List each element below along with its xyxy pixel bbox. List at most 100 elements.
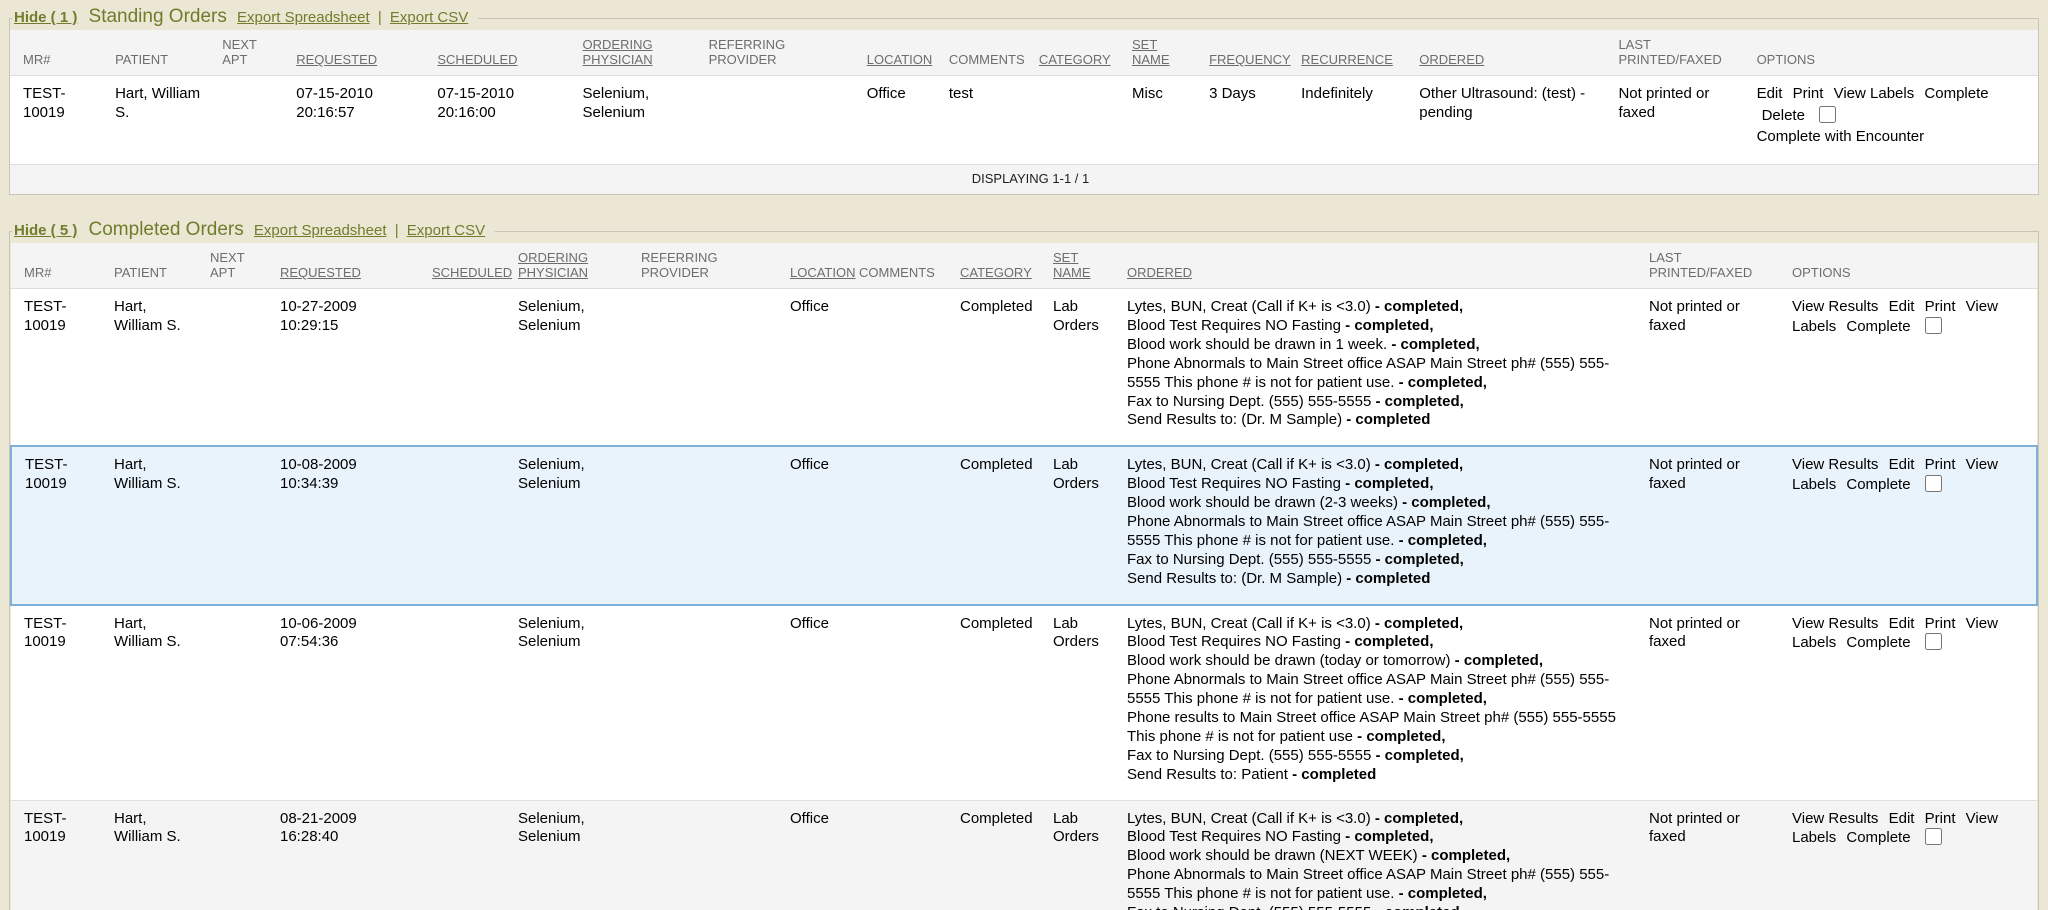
complete-link[interactable]: Complete <box>1846 829 1910 846</box>
complete-link[interactable]: Complete <box>1846 318 1910 335</box>
sort-link-set-name[interactable]: SET NAME <box>1132 37 1170 67</box>
edit-link[interactable]: Edit <box>1889 810 1915 827</box>
order-options: View Results Edit Print View Labels Comp… <box>1792 810 2029 849</box>
complete-link[interactable]: Complete <box>1846 634 1910 651</box>
legend-separator: | <box>395 222 399 239</box>
sort-link-ordering-physician[interactable]: ORDERING PHYSICIAN <box>583 37 653 67</box>
sort-link-requested[interactable]: REQUESTED <box>296 52 377 67</box>
standing-orders-export-csv-link[interactable]: Export CSV <box>390 9 468 26</box>
complete-checkbox[interactable] <box>1925 828 1942 845</box>
cell-text: Hart, William S. <box>115 85 207 123</box>
order-status: - completed <box>1346 411 1430 428</box>
cell-options: View Results Edit Print View Labels Comp… <box>1790 605 2037 801</box>
sort-link-category[interactable]: CATEGORY <box>1039 52 1111 67</box>
sort-link-ordering-physician[interactable]: ORDERING PHYSICIAN <box>518 250 588 280</box>
cell-text: Completed <box>960 615 1043 634</box>
cell-ordered: Lytes, BUN, Creat (Call if K+ is <3.0) -… <box>1125 605 1647 801</box>
order-status: - completed, <box>1422 847 1510 864</box>
standing-orders-export-spreadsheet-link[interactable]: Export Spreadsheet <box>237 9 370 26</box>
sort-link-location[interactable]: LOCATION <box>790 265 856 280</box>
order-status: - completed, <box>1399 690 1487 707</box>
standing-orders-hide-toggle[interactable]: Hide ( 1 ) <box>14 9 77 26</box>
cell-patient: Hart, William S. <box>113 76 220 165</box>
cell-text: Lab Orders <box>1053 298 1117 336</box>
order-status: - completed, <box>1399 374 1487 391</box>
completed-orders-export-spreadsheet-link[interactable]: Export Spreadsheet <box>254 222 387 239</box>
cell-category: Completed <box>958 800 1051 910</box>
complete-with-encounter-link[interactable]: Complete with Encounter <box>1757 128 1925 145</box>
column-header-scheduled: SCHEDULED <box>430 243 516 289</box>
cell-category: Completed <box>958 289 1051 447</box>
ordered-item: Phone Abnormals to Main Street office AS… <box>1127 866 1639 904</box>
cell-comments <box>857 289 958 447</box>
order-options: View Results Edit Print View Labels Comp… <box>1792 456 2028 495</box>
column-header-last-printed-faxed: LAST PRINTED/FAXED <box>1647 243 1790 289</box>
print-link[interactable]: Print <box>1925 456 1956 473</box>
cell-next-apt <box>220 76 294 165</box>
cell-last-printed-faxed: Not printed or faxed <box>1647 800 1790 910</box>
completed-orders-export-csv-link[interactable]: Export CSV <box>407 222 485 239</box>
view-results-link[interactable]: View Results <box>1792 456 1878 473</box>
complete-link[interactable]: Complete <box>1924 85 1988 102</box>
column-header-comments: COMMENTS <box>857 243 958 289</box>
cell-referring-provider <box>707 76 865 165</box>
ordered-item: Send Results to: (Dr. M Sample) - comple… <box>1127 411 1639 430</box>
encounter-option-line: Complete with Encounter <box>1757 128 2030 147</box>
sort-link-frequency[interactable]: FREQUENCY <box>1209 52 1291 67</box>
column-header-next-apt: NEXT APT <box>220 30 294 76</box>
cell-text: Not printed or faxed <box>1649 456 1761 494</box>
completed-orders-section: Hide ( 5 ) Completed Orders Export Sprea… <box>9 219 2039 910</box>
cell-text: Lab Orders <box>1053 810 1117 848</box>
view-labels-link[interactable]: View Labels <box>1834 85 1915 102</box>
edit-link[interactable]: Edit <box>1889 298 1915 315</box>
cell-scheduled <box>430 605 516 801</box>
sort-link-requested[interactable]: REQUESTED <box>280 265 361 280</box>
edit-link[interactable]: Edit <box>1757 85 1783 102</box>
print-link[interactable]: Print <box>1793 85 1824 102</box>
sort-link-location[interactable]: LOCATION <box>867 52 933 67</box>
delete-checkbox[interactable] <box>1819 106 1836 123</box>
cell-text: Hart, William S. <box>114 810 194 848</box>
cell-next-apt <box>208 800 278 910</box>
sort-link-ordered[interactable]: ORDERED <box>1419 52 1484 67</box>
cell-scheduled <box>430 289 516 447</box>
cell-text: Completed <box>960 298 1043 317</box>
delete-option-line: Delete <box>1757 106 2030 126</box>
cell-next-apt <box>208 289 278 447</box>
cell-text: 3 Days <box>1209 85 1291 104</box>
cell-comments <box>857 446 958 604</box>
complete-checkbox[interactable] <box>1925 475 1942 492</box>
print-link[interactable]: Print <box>1925 615 1956 632</box>
cell-text: Hart, William S. <box>114 456 194 494</box>
column-header-referring-provider: REFERRING PROVIDER <box>707 30 865 76</box>
edit-link[interactable]: Edit <box>1889 456 1915 473</box>
cell-next-apt <box>208 446 278 604</box>
cell-ordered: Other Ultrasound: (test) - pending <box>1417 76 1616 165</box>
view-results-link[interactable]: View Results <box>1792 615 1878 632</box>
sort-link-category[interactable]: CATEGORY <box>960 265 1032 280</box>
sort-link-recurrence[interactable]: RECURRENCE <box>1301 52 1393 67</box>
delete-link[interactable]: Delete <box>1762 107 1805 124</box>
cell-referring-provider <box>639 605 788 801</box>
completed-orders-hide-toggle[interactable]: Hide ( 5 ) <box>14 222 77 239</box>
edit-link[interactable]: Edit <box>1889 615 1915 632</box>
ordered-item: Blood work should be drawn (NEXT WEEK) -… <box>1127 847 1639 866</box>
sort-link-set-name[interactable]: SET NAME <box>1053 250 1091 280</box>
cell-category: Completed <box>958 446 1051 604</box>
complete-link[interactable]: Complete <box>1846 476 1910 493</box>
cell-frequency: 3 Days <box>1207 76 1299 165</box>
sort-link-scheduled[interactable]: SCHEDULED <box>437 52 517 67</box>
sort-link-scheduled[interactable]: SCHEDULED <box>432 265 512 280</box>
view-results-link[interactable]: View Results <box>1792 810 1878 827</box>
ordered-item: Blood work should be drawn in 1 week. - … <box>1127 336 1639 355</box>
header-row: MR#PATIENTNEXT APTREQUESTEDSCHEDULEDORDE… <box>11 243 2037 289</box>
cell-location: Office <box>865 76 947 165</box>
print-link[interactable]: Print <box>1925 298 1956 315</box>
print-link[interactable]: Print <box>1925 810 1956 827</box>
column-header-category: CATEGORY <box>958 243 1051 289</box>
view-results-link[interactable]: View Results <box>1792 298 1878 315</box>
complete-checkbox[interactable] <box>1925 317 1942 334</box>
cell-text: Selenium, Selenium <box>518 810 631 848</box>
complete-checkbox[interactable] <box>1925 633 1942 650</box>
sort-link-ordered[interactable]: ORDERED <box>1127 265 1192 280</box>
